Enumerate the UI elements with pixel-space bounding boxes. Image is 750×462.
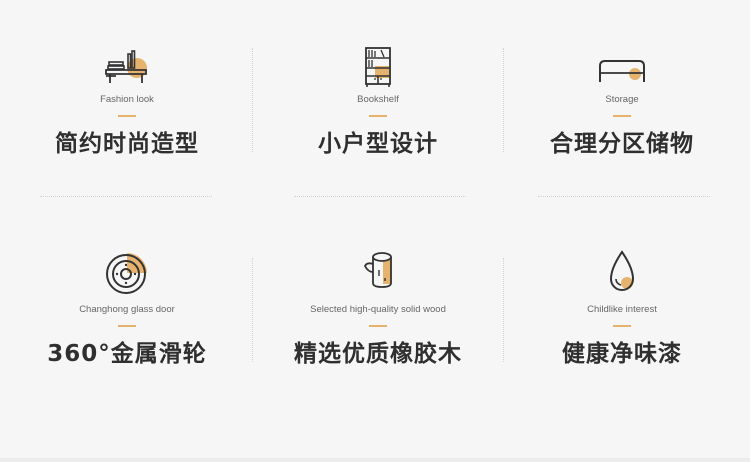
footer-bar (0, 458, 750, 462)
feature-bookshelf: Bookshelf 小户型设计 (253, 40, 503, 190)
storage-icon (597, 46, 647, 88)
feature-title: 简约时尚造型 (55, 131, 199, 157)
accent-dash (118, 115, 136, 117)
feature-title: 合理分区储物 (550, 131, 694, 157)
feature-title: 小户型设计 (318, 131, 438, 157)
feature-grid: Fashion look 简约时尚造型 Bookshelf 小户型设计 Stor… (0, 0, 750, 462)
feature-label-en: Selected high-quality solid wood (310, 304, 446, 315)
feature-label-en: Childlike interest (587, 304, 657, 315)
divider (294, 196, 466, 197)
feature-title: 精选优质橡胶木 (294, 341, 462, 367)
feature-label-en: Changhong glass door (79, 304, 175, 315)
accent-dash (613, 325, 631, 327)
divider (538, 196, 710, 197)
feature-label-en: Bookshelf (357, 94, 399, 105)
feature-paint: Childlike interest 健康净味漆 (497, 250, 747, 400)
feature-solid-wood: Selected high-quality solid wood 精选优质橡胶木 (253, 250, 503, 400)
bookshelf-icon (353, 46, 403, 88)
accent-dash (369, 325, 387, 327)
feature-storage: Storage 合理分区储物 (497, 40, 747, 190)
feature-label-en: Storage (605, 94, 639, 105)
wheel-icon (102, 250, 152, 294)
wood-log-icon (353, 250, 403, 292)
accent-dash (118, 325, 136, 327)
desk-icon (102, 46, 152, 88)
feature-title: 360°金属滑轮 (47, 341, 207, 367)
divider (40, 196, 212, 197)
feature-title: 健康净味漆 (562, 341, 682, 367)
feature-fashion-look: Fashion look 简约时尚造型 (2, 40, 252, 190)
accent-dash (369, 115, 387, 117)
drop-icon (597, 250, 647, 292)
accent-dash (613, 115, 631, 117)
feature-wheel: Changhong glass door 360°金属滑轮 (2, 250, 252, 400)
feature-label-en: Fashion look (100, 94, 154, 105)
